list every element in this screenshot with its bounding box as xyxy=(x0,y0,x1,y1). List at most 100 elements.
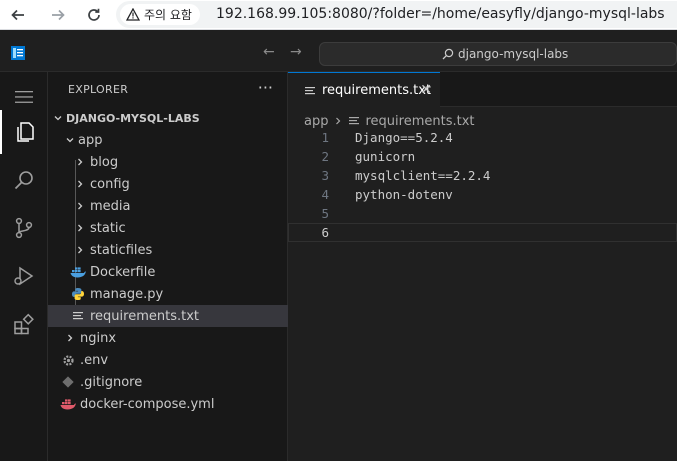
code-line-current[interactable]: 6 xyxy=(288,223,677,242)
chevron-right-icon xyxy=(72,176,88,192)
code-editor[interactable]: 1 Django==5.2.4 2 gunicorn 3 mysqlclient==2… xyxy=(288,128,677,242)
tab-bar: requirements.txt ✕ xyxy=(288,72,677,108)
code-line[interactable]: 3 mysqlclient==2.2.4 xyxy=(288,166,677,185)
extensions-icon xyxy=(14,313,34,335)
tree-item-env[interactable]: .env xyxy=(48,349,288,371)
close-icon[interactable]: ✕ xyxy=(420,82,432,98)
tree-item-label: blog xyxy=(90,154,119,170)
chevron-right-icon xyxy=(72,242,88,258)
line-number: 6 xyxy=(321,225,329,240)
tree-item-blog[interactable]: blog xyxy=(48,151,288,173)
editor-area: requirements.txt ✕ app requirements.txt … xyxy=(288,72,677,461)
docker-icon xyxy=(70,264,86,280)
line-text: mysqlclient==2.2.4 xyxy=(355,168,491,183)
tree-item-nginx[interactable]: nginx xyxy=(48,327,288,349)
run-debug-icon xyxy=(14,266,34,286)
title-forward-icon[interactable]: → xyxy=(290,44,302,60)
breadcrumb-folder[interactable]: app xyxy=(304,114,328,129)
code-line[interactable]: 4 python-dotenv xyxy=(288,185,677,204)
line-number: 4 xyxy=(321,187,329,202)
search-icon xyxy=(14,171,33,190)
hamburger-icon xyxy=(15,91,33,103)
tree-item-gitignore[interactable]: .gitignore xyxy=(48,371,288,393)
tree-item-config[interactable]: config xyxy=(48,173,288,195)
project-root[interactable]: DJANGO-MYSQL-LABS xyxy=(48,107,288,129)
browser-reload-button[interactable] xyxy=(82,3,106,27)
text-file-icon xyxy=(305,86,315,94)
code-line[interactable]: 1 Django==5.2.4 xyxy=(288,128,677,147)
sidebar-title: EXPLORER xyxy=(68,83,129,96)
code-line[interactable]: 2 gunicorn xyxy=(288,147,677,166)
tree-item-label: nginx xyxy=(80,330,117,346)
tree-item-label: .env xyxy=(80,352,109,368)
tree-item-dockerfile[interactable]: Dockerfile xyxy=(48,261,288,283)
command-center-search[interactable]: django-mysql-labs xyxy=(319,42,677,66)
line-number: 2 xyxy=(321,149,329,164)
warning-icon xyxy=(126,8,140,21)
tree-item-docker-compose[interactable]: docker-compose.yml xyxy=(48,393,288,415)
tree-item-label: app xyxy=(78,132,103,148)
tree-item-manage-py[interactable]: manage.py xyxy=(48,283,288,305)
chevron-down-icon xyxy=(50,110,66,126)
url-text[interactable]: 192.168.99.105:8080/?folder=/home/easyfl… xyxy=(216,6,665,22)
tree-item-label: requirements.txt xyxy=(90,308,200,324)
activity-search[interactable] xyxy=(0,158,48,202)
title-back-icon[interactable]: ← xyxy=(263,44,275,60)
line-number: 5 xyxy=(321,206,329,221)
tree-item-label: static xyxy=(90,220,126,236)
activity-bar xyxy=(0,72,48,461)
tree-item-label: media xyxy=(90,198,131,214)
search-icon xyxy=(442,48,454,60)
tree-item-label: docker-compose.yml xyxy=(80,396,215,412)
tree-item-label: staticfiles xyxy=(90,242,153,258)
tree-item-requirements-txt[interactable]: requirements.txt xyxy=(48,305,288,327)
browser-forward-button[interactable] xyxy=(46,3,70,27)
code-line[interactable]: 5 xyxy=(288,204,677,223)
source-control-icon xyxy=(15,217,33,239)
docker-compose-icon xyxy=(60,396,76,412)
chevron-right-icon xyxy=(72,198,88,214)
tree-item-static[interactable]: static xyxy=(48,217,288,239)
chevron-right-icon xyxy=(72,220,88,236)
tab-label: requirements.txt xyxy=(322,83,432,98)
arrow-left-icon xyxy=(11,9,24,21)
explorer-icon xyxy=(17,122,34,142)
title-bar: ← → django-mysql-labs xyxy=(0,30,677,72)
security-label: 주의 요함 xyxy=(144,8,192,22)
chevron-right-icon xyxy=(62,330,78,346)
browser-toolbar: 주의 요함 192.168.99.105:8080/?folder=/home/… xyxy=(0,0,677,30)
line-text: python-dotenv xyxy=(355,187,453,202)
breadcrumb-file[interactable]: requirements.txt xyxy=(365,114,474,129)
tree-item-staticfiles[interactable]: staticfiles xyxy=(48,239,288,261)
line-number: 1 xyxy=(321,130,329,145)
command-center-label: django-mysql-labs xyxy=(458,47,569,61)
activity-run-debug[interactable] xyxy=(0,254,48,298)
activity-source-control[interactable] xyxy=(0,206,48,250)
chevron-right-icon xyxy=(336,117,341,125)
project-root-label: DJANGO-MYSQL-LABS xyxy=(66,111,200,125)
line-text: Django==5.2.4 xyxy=(355,130,453,145)
tree-item-media[interactable]: media xyxy=(48,195,288,217)
tab-requirements-txt[interactable]: requirements.txt ✕ xyxy=(288,72,440,108)
git-icon xyxy=(60,374,76,390)
chevron-down-icon xyxy=(62,132,78,148)
text-file-icon xyxy=(349,117,360,125)
chevron-right-icon xyxy=(72,154,88,170)
activity-explorer[interactable] xyxy=(0,110,48,154)
text-file-icon xyxy=(70,308,86,324)
gear-icon xyxy=(60,352,76,368)
security-chip[interactable]: 주의 요함 xyxy=(120,4,200,25)
explorer-sidebar: EXPLORER ··· DJANGO-MYSQL-LABS app blog … xyxy=(48,72,288,461)
tree-item-label: Dockerfile xyxy=(90,264,156,280)
tree-item-app[interactable]: app xyxy=(48,129,288,151)
address-bar[interactable]: 주의 요함 192.168.99.105:8080/?folder=/home/… xyxy=(116,1,677,28)
tree-item-label: config xyxy=(90,176,130,192)
arrow-right-icon xyxy=(52,9,65,21)
browser-back-button[interactable] xyxy=(6,3,30,27)
tree-item-label: manage.py xyxy=(90,286,164,302)
more-actions-icon[interactable]: ··· xyxy=(258,78,273,97)
activity-extensions[interactable] xyxy=(0,302,48,346)
tree-item-label: .gitignore xyxy=(80,374,143,390)
line-number: 3 xyxy=(321,168,329,183)
app-menu-icon[interactable] xyxy=(10,45,26,61)
